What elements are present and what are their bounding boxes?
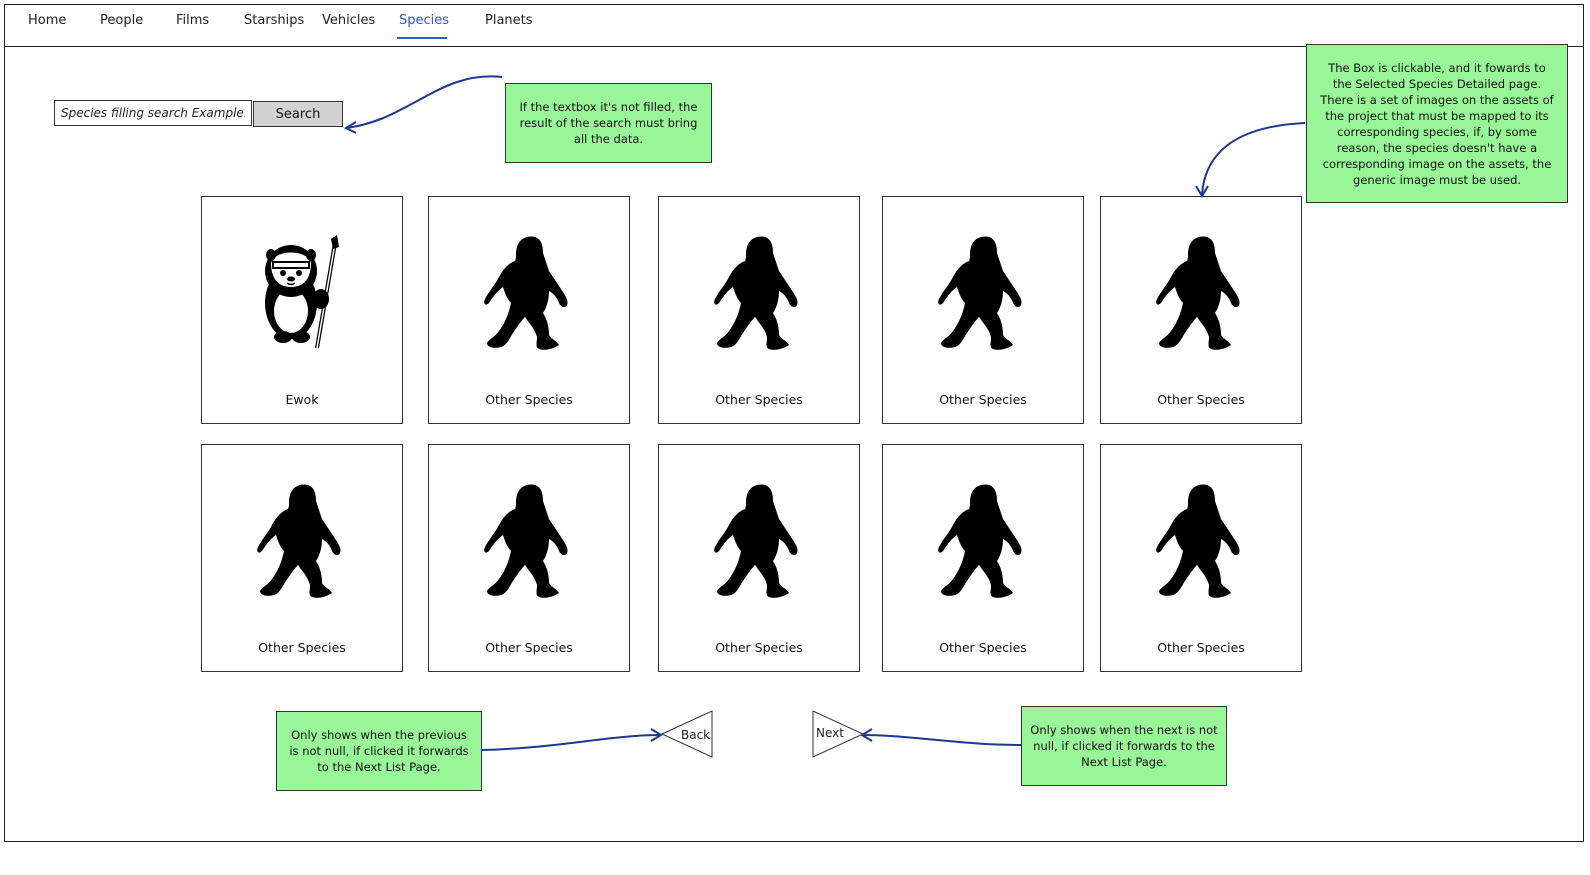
back-annotation-text: Only shows when the previous is not null… [289, 728, 469, 774]
nav-item-home[interactable]: Home [28, 13, 66, 28]
species-card[interactable]: Other Species [882, 196, 1084, 424]
bigfoot-silhouette-icon [429, 481, 629, 599]
species-card-name: Other Species [939, 392, 1027, 407]
species-card[interactable]: Other Species [201, 444, 403, 672]
species-card[interactable]: Other Species [1100, 444, 1302, 672]
species-card[interactable]: Other Species [658, 444, 860, 672]
species-card[interactable]: Other Species [658, 196, 860, 424]
search-button[interactable]: Search [253, 101, 343, 127]
bigfoot-silhouette-icon [883, 481, 1083, 599]
nav-item-people[interactable]: People [100, 13, 143, 28]
bigfoot-silhouette-icon [883, 233, 1083, 351]
species-card-name: Other Species [715, 640, 803, 655]
species-card-name: Other Species [258, 640, 346, 655]
box-annotation-text: The Box is clickable, and it fowards to … [1320, 60, 1554, 187]
box-annotation-note: The Box is clickable, and it fowards to … [1306, 44, 1568, 203]
nav-item-vehicles[interactable]: Vehicles [322, 13, 375, 28]
back-button[interactable]: Back [660, 709, 714, 759]
next-button[interactable]: Next [811, 709, 865, 759]
species-card-name: Other Species [939, 640, 1027, 655]
species-card[interactable]: Other Species [428, 196, 630, 424]
bigfoot-silhouette-icon [202, 481, 402, 599]
top-nav-bar [4, 4, 1584, 47]
search-annotation-text: If the textbox it's not filled, the resu… [519, 100, 698, 146]
nav-item-films[interactable]: Films [176, 13, 209, 28]
nav-active-underline [397, 37, 447, 39]
species-card-name: Other Species [1157, 640, 1245, 655]
back-annotation-note: Only shows when the previous is not null… [276, 711, 482, 791]
species-card-name: Other Species [485, 392, 573, 407]
species-card-ewok[interactable]: Ewok [201, 196, 403, 424]
next-annotation-note: Only shows when the next is not null, if… [1021, 706, 1227, 786]
species-card[interactable]: Other Species [1100, 196, 1302, 424]
next-button-label: Next [816, 726, 844, 740]
bigfoot-silhouette-icon [1101, 233, 1301, 351]
bigfoot-silhouette-icon [429, 233, 629, 351]
back-button-label: Back [681, 728, 711, 742]
species-card[interactable]: Other Species [428, 444, 630, 672]
nav-item-planets[interactable]: Planets [485, 13, 533, 28]
bigfoot-silhouette-icon [659, 481, 859, 599]
bigfoot-silhouette-icon [1101, 481, 1301, 599]
ewok-icon [202, 233, 402, 351]
bigfoot-silhouette-icon [659, 233, 859, 351]
nav-item-starships[interactable]: Starships [244, 13, 304, 28]
species-card-name: Other Species [485, 640, 573, 655]
search-annotation-note: If the textbox it's not filled, the resu… [505, 83, 712, 163]
species-card[interactable]: Other Species [882, 444, 1084, 672]
species-card-name: Ewok [285, 392, 319, 407]
species-card-name: Other Species [715, 392, 803, 407]
nav-item-species[interactable]: Species [399, 13, 449, 28]
next-annotation-text: Only shows when the next is not null, if… [1030, 723, 1218, 769]
species-search-input[interactable] [54, 100, 252, 126]
species-card-name: Other Species [1157, 392, 1245, 407]
